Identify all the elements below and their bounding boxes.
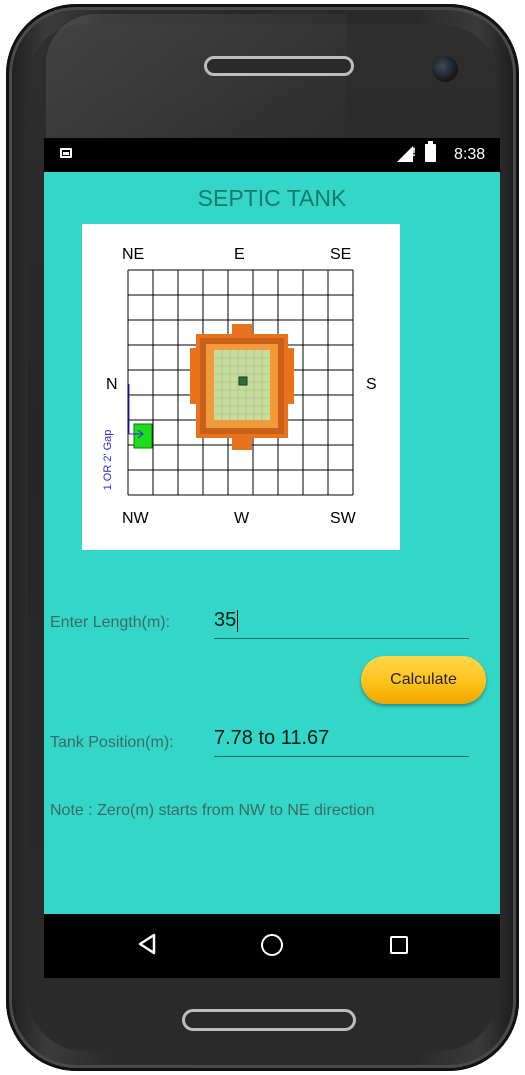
earpiece-speaker [204,56,354,76]
note-text: Note : Zero(m) starts from NW to NE dire… [50,802,375,819]
length-input[interactable]: 35 [214,609,239,632]
position-label: Tank Position(m): [50,734,174,751]
direction-se: SE [330,246,352,263]
battery-icon [425,141,436,162]
page-title: SEPTIC TANK [197,185,347,211]
house-plan [190,324,294,450]
direction-ne: NE [122,246,145,263]
direction-n: N [106,376,118,393]
calculate-button[interactable]: Calculate [361,656,486,704]
text-cursor [237,609,239,632]
direction-w: W [234,510,250,527]
direction-e: E [234,246,245,263]
direction-s: S [366,376,377,393]
signal-icon [397,146,413,162]
length-value: 35 [214,609,237,631]
recent-apps-icon[interactable] [390,936,408,954]
vastu-diagram: NE E SE N S NW W SW 1 OR 2' Gap [82,224,400,550]
phone-screen: ! 8:38 SEPTIC TANK NE E SE N S NW W SW 1… [44,138,500,978]
direction-sw: SW [330,510,356,527]
position-field[interactable]: 7.78 to 11.67 [214,722,469,757]
signal-alert-label: ! [412,145,416,159]
direction-nw: NW [122,510,149,527]
status-bar: ! 8:38 [44,138,500,172]
gap-label: 1 OR 2' Gap [102,429,114,491]
length-field[interactable]: 35 [214,602,469,639]
navigation-bar [44,914,500,978]
septic-tank-marker [133,423,153,449]
home-icon[interactable] [261,934,283,956]
diagram-svg [127,269,354,496]
length-label: Enter Length(m): [50,614,171,631]
front-camera [432,56,458,82]
phone-gloss [46,14,346,154]
back-icon[interactable] [137,933,157,955]
bottom-speaker [182,1009,356,1031]
image-notification-icon [60,148,72,158]
status-time: 8:38 [454,146,486,163]
position-value: 7.78 to 11.67 [214,727,330,749]
